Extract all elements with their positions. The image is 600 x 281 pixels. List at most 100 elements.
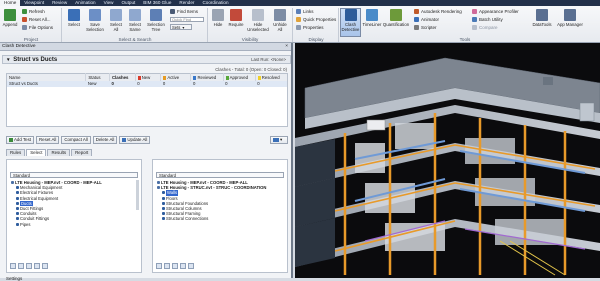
- selection-a-dropdown[interactable]: Standard: [10, 172, 138, 178]
- reset-all-tests-button[interactable]: Reset All: [36, 136, 60, 144]
- require-label: Require: [228, 22, 244, 27]
- file-icon: [157, 186, 160, 190]
- properties-button[interactable]: Properties: [296, 25, 324, 30]
- self-intersect-icon[interactable]: [180, 263, 186, 269]
- category-icon: [16, 191, 19, 195]
- compact-all-button[interactable]: Compact All: [61, 136, 91, 144]
- scrollbar[interactable]: [136, 180, 139, 210]
- select-same-button[interactable]: Select Same: [127, 9, 143, 32]
- test-header[interactable]: ▾ Struct vs Ducts Last Run: <None>: [2, 55, 291, 64]
- column-header-clashes[interactable]: Clashes: [109, 73, 136, 81]
- points-icon[interactable]: [26, 263, 32, 269]
- links-button[interactable]: Links: [296, 9, 314, 14]
- hide-unselected-button[interactable]: Hide Unselected: [247, 9, 269, 32]
- app-manager-icon: [564, 9, 576, 21]
- animator-button[interactable]: Animator: [414, 17, 439, 22]
- use-current-selection-icon[interactable]: [42, 263, 48, 269]
- compare-button[interactable]: Compare: [472, 25, 498, 30]
- quantification-button[interactable]: Quantification: [383, 9, 409, 27]
- delete-all-button[interactable]: Delete All: [92, 136, 118, 144]
- 3d-viewport[interactable]: [295, 43, 600, 278]
- binoculars-icon: [170, 9, 175, 14]
- settings-label: Settings: [6, 276, 23, 281]
- autodesk-rendering-button[interactable]: Autodesk Rendering: [414, 9, 462, 14]
- points-icon[interactable]: [172, 263, 178, 269]
- selection-a-box: Standard LTE Housing - MEP.nvt - COORD -…: [6, 159, 142, 273]
- select-label: Select: [68, 22, 80, 27]
- current-test-name: Struct vs Ducts: [13, 57, 58, 63]
- select-button[interactable]: Select: [66, 9, 82, 27]
- tab-results[interactable]: Results: [47, 149, 71, 156]
- tab-select[interactable]: Select: [26, 149, 47, 156]
- unhide-all-button[interactable]: Unhide All: [272, 9, 288, 32]
- column-header-approved[interactable]: Approved: [223, 73, 256, 81]
- require-button[interactable]: Require: [228, 9, 244, 27]
- column-header-name[interactable]: Name: [6, 73, 87, 81]
- column-header-resolved[interactable]: Resolved: [255, 73, 288, 81]
- compare-icon: [472, 25, 477, 30]
- surfaces-icon[interactable]: [156, 263, 162, 269]
- datatools-button[interactable]: DataTools: [531, 9, 553, 27]
- quick-find-input[interactable]: Quick Find: [170, 17, 204, 22]
- save-selection-button[interactable]: Save Selection: [86, 9, 104, 32]
- select-search-group-label: Select & Search: [118, 37, 152, 42]
- category-icon: [16, 207, 19, 211]
- refresh-button[interactable]: Refresh: [22, 9, 45, 14]
- surfaces-icon[interactable]: [10, 263, 16, 269]
- scripter-button[interactable]: Scripter: [414, 25, 437, 30]
- column-header-reviewed[interactable]: Reviewed: [190, 73, 224, 81]
- refresh-icon: [22, 9, 27, 14]
- unhide-all-icon: [274, 9, 286, 21]
- building-model-render: [295, 57, 600, 276]
- app-manager-label: App Manager: [557, 22, 583, 27]
- clash-subtabs: Rules Select Results Report: [6, 149, 93, 156]
- select-all-button[interactable]: Select All: [108, 9, 124, 32]
- export-button[interactable]: ▾: [270, 136, 288, 144]
- appearance-profiler-label: Appearance Profiler: [479, 9, 519, 14]
- require-icon: [230, 9, 242, 21]
- update-all-button[interactable]: Update All: [119, 136, 151, 144]
- app-manager-button[interactable]: App Manager: [556, 9, 584, 27]
- category-icon: [162, 196, 165, 200]
- quick-properties-button[interactable]: Quick Properties: [296, 17, 336, 22]
- chevron-down-icon: ▾: [280, 137, 283, 142]
- file-options-button[interactable]: File Options: [22, 25, 53, 30]
- lines-icon[interactable]: [18, 263, 24, 269]
- tab-rules[interactable]: Rules: [6, 149, 26, 156]
- file-options-label: File Options: [29, 25, 54, 30]
- save-selection-icon: [89, 9, 101, 21]
- use-current-selection-icon[interactable]: [188, 263, 194, 269]
- resolved-label: Resolved: [261, 74, 280, 80]
- select-same-icon: [129, 9, 141, 21]
- lines-icon[interactable]: [164, 263, 170, 269]
- batch-utility-button[interactable]: Batch Utility: [472, 17, 503, 22]
- tab-report[interactable]: Report: [71, 149, 93, 156]
- self-intersect-icon[interactable]: [34, 263, 40, 269]
- find-items-button[interactable]: Find Items: [170, 9, 198, 14]
- add-test-button[interactable]: Add Test: [6, 136, 35, 144]
- appearance-profiler-icon: [472, 9, 477, 14]
- reset-all-button[interactable]: Reset All...: [22, 17, 51, 22]
- teapot-icon: [414, 9, 419, 14]
- tree-item[interactable]: Pipes: [11, 222, 139, 227]
- append-button[interactable]: Append: [2, 9, 18, 27]
- category-icon: [162, 212, 165, 216]
- selection-b-dropdown[interactable]: Standard: [156, 172, 284, 178]
- tree-item[interactable]: Structural Connections: [157, 216, 285, 221]
- category-icon: [16, 217, 19, 221]
- scripter-icon: [414, 25, 419, 30]
- timeliner-button[interactable]: TimeLiner: [363, 9, 381, 27]
- appearance-profiler-button[interactable]: Appearance Profiler: [472, 9, 519, 14]
- sets-dropdown[interactable]: Sets ▾: [170, 24, 192, 30]
- close-icon[interactable]: ×: [285, 43, 288, 51]
- quick-properties-icon: [296, 17, 301, 22]
- links-label: Links: [303, 9, 314, 14]
- compact-all-label: Compact All: [64, 137, 88, 142]
- selection-tree-button[interactable]: Selection Tree: [146, 9, 166, 32]
- hide-button[interactable]: Hide: [211, 9, 225, 27]
- panel-title-bar: Clash Detective ×: [0, 43, 291, 51]
- column-header-new[interactable]: New: [135, 73, 162, 81]
- column-header-active[interactable]: Active: [160, 73, 192, 81]
- column-header-status[interactable]: Status: [85, 73, 110, 81]
- clash-detective-button[interactable]: Clash Detective: [341, 9, 360, 32]
